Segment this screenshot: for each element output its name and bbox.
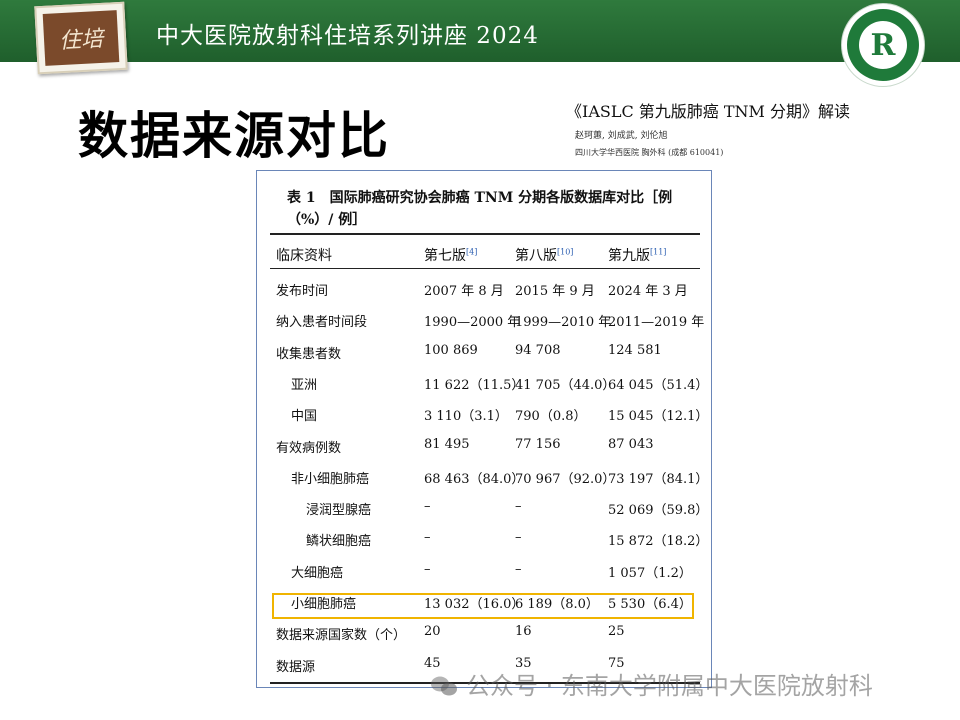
highlight-box xyxy=(272,593,694,619)
cell-7th: – xyxy=(424,530,431,546)
watermark: 公众号 · 东南大学附属中大医院放射科 xyxy=(430,666,873,701)
cell-8th: 70 967（92.0） xyxy=(515,471,616,487)
row-label: 浸润型腺癌 xyxy=(306,503,372,519)
wechat-icon xyxy=(431,676,457,696)
badge-text: 住培 xyxy=(42,10,120,66)
table-row: 发布时间 2007 年 8 月 2015 年 9 月 2024 年 3 月 xyxy=(257,272,711,303)
row-label: 中国 xyxy=(291,409,318,425)
table-rule-mid xyxy=(270,268,700,269)
cell-7th: 100 869 xyxy=(424,342,478,358)
paper-affiliation: 四川大学华西医院 胸外科 (成都 610041) xyxy=(575,148,724,157)
col-header-8th: 第八版[10] xyxy=(515,247,574,264)
cell-8th: 41 705（44.0） xyxy=(515,377,616,393)
row-label: 非小细胞肺癌 xyxy=(291,471,370,487)
watermark-text: 公众号 · 东南大学附属中大医院放射科 xyxy=(466,672,873,700)
course-badge: 住培 xyxy=(34,1,128,75)
cell-7th: – xyxy=(424,499,431,515)
cell-8th: 2015 年 9 月 xyxy=(515,284,595,299)
cell-9th: 124 581 xyxy=(608,342,662,358)
row-label: 亚洲 xyxy=(291,377,318,393)
cell-7th: 1990—2000 年 xyxy=(424,315,521,331)
row-label: 收集患者数 xyxy=(276,346,342,362)
hospital-logo: R xyxy=(842,4,924,86)
cell-9th: 1 057（1.2） xyxy=(608,565,692,581)
table-row: 鳞状细胞癌 – – 15 872（18.2） xyxy=(257,522,711,553)
row-label: 数据源 xyxy=(276,659,316,675)
table-rule-top xyxy=(270,233,700,235)
cell-9th: 15 045（12.1） xyxy=(608,409,709,425)
row-label: 大细胞癌 xyxy=(291,565,344,581)
table-row: 浸润型腺癌 – – 52 069（59.8） xyxy=(257,491,711,522)
cell-7th: 3 110（3.1） xyxy=(424,409,508,425)
logo-ring: R xyxy=(847,9,919,81)
table-row: 亚洲 11 622（11.5） 41 705（44.0） 64 045（51.4） xyxy=(257,366,711,397)
table-row: 有效病例数 81 495 77 156 87 043 xyxy=(257,429,711,460)
cell-9th: 87 043 xyxy=(608,436,654,452)
logo-letter: R xyxy=(859,21,907,69)
table-row: 收集患者数 100 869 94 708 124 581 xyxy=(257,335,711,366)
cell-8th: 77 156 xyxy=(515,436,561,452)
table-row: 中国 3 110（3.1） 790（0.8） 15 045（12.1） xyxy=(257,397,711,428)
cell-9th: 2024 年 3 月 xyxy=(608,284,688,299)
cell-9th: 52 069（59.8） xyxy=(608,503,709,519)
row-label: 数据来源国家数（个） xyxy=(276,628,407,644)
table-row: 非小细胞肺癌 68 463（84.0） 70 967（92.0） 73 197（84.… xyxy=(257,460,711,491)
cell-7th: 2007 年 8 月 xyxy=(424,284,504,299)
row-label: 鳞状细胞癌 xyxy=(306,534,372,550)
cell-9th: 2011—2019 年 xyxy=(608,315,705,331)
cell-9th: 15 872（18.2） xyxy=(608,534,709,550)
ref-8th[interactable]: [10] xyxy=(557,247,573,256)
row-label: 发布时间 xyxy=(276,284,329,299)
table-row: 数据来源国家数（个） 20 16 25 xyxy=(257,616,711,647)
cell-8th: 16 xyxy=(515,624,532,640)
table-row: 大细胞癌 – – 1 057（1.2） xyxy=(257,554,711,585)
cell-8th: – xyxy=(515,561,522,577)
cell-8th: – xyxy=(515,499,522,515)
col-header-clinical: 临床资料 xyxy=(276,248,332,264)
cell-8th: – xyxy=(515,530,522,546)
ref-9th[interactable]: [11] xyxy=(650,247,666,256)
header-title: 中大医院放射科住培系列讲座 2024 xyxy=(156,23,539,49)
table-header-row: 临床资料 第七版[4] 第八版[10] 第九版[11] xyxy=(257,237,711,268)
cell-7th: 11 622（11.5） xyxy=(424,377,525,393)
row-label: 有效病例数 xyxy=(276,440,342,456)
cell-7th: 20 xyxy=(424,624,441,640)
cell-8th: 94 708 xyxy=(515,342,561,358)
row-label: 纳入患者时间段 xyxy=(276,315,368,331)
cell-7th: 81 495 xyxy=(424,436,470,452)
cell-9th: 73 197（84.1） xyxy=(608,471,709,487)
col-header-9th: 第九版[11] xyxy=(608,247,667,264)
ref-7th[interactable]: [4] xyxy=(466,247,477,256)
page-title: 数据来源对比 xyxy=(78,107,390,165)
table-caption: 表 1 国际肺癌研究协会肺癌 TNM 分期各版数据库对比［例（%）/ 例］ xyxy=(287,190,673,228)
cell-9th: 25 xyxy=(608,624,625,640)
cell-8th: 790（0.8） xyxy=(515,409,587,425)
cell-8th: 1999—2010 年 xyxy=(515,315,612,331)
col-header-7th: 第七版[4] xyxy=(424,247,478,264)
table-row: 纳入患者时间段 1990—2000 年 1999—2010 年 2011—2019 年 xyxy=(257,303,711,334)
paper-title: 《IASLC 第九版肺癌 TNM 分期》解读 xyxy=(566,102,851,121)
cell-9th: 64 045（51.4） xyxy=(608,377,709,393)
paper-authors: 赵珂蕙, 刘成武, 刘伦旭 xyxy=(575,131,668,141)
cell-7th: 68 463（84.0） xyxy=(424,471,525,487)
header-bar: 住培 中大医院放射科住培系列讲座 2024 xyxy=(0,0,960,75)
cell-7th: – xyxy=(424,561,431,577)
